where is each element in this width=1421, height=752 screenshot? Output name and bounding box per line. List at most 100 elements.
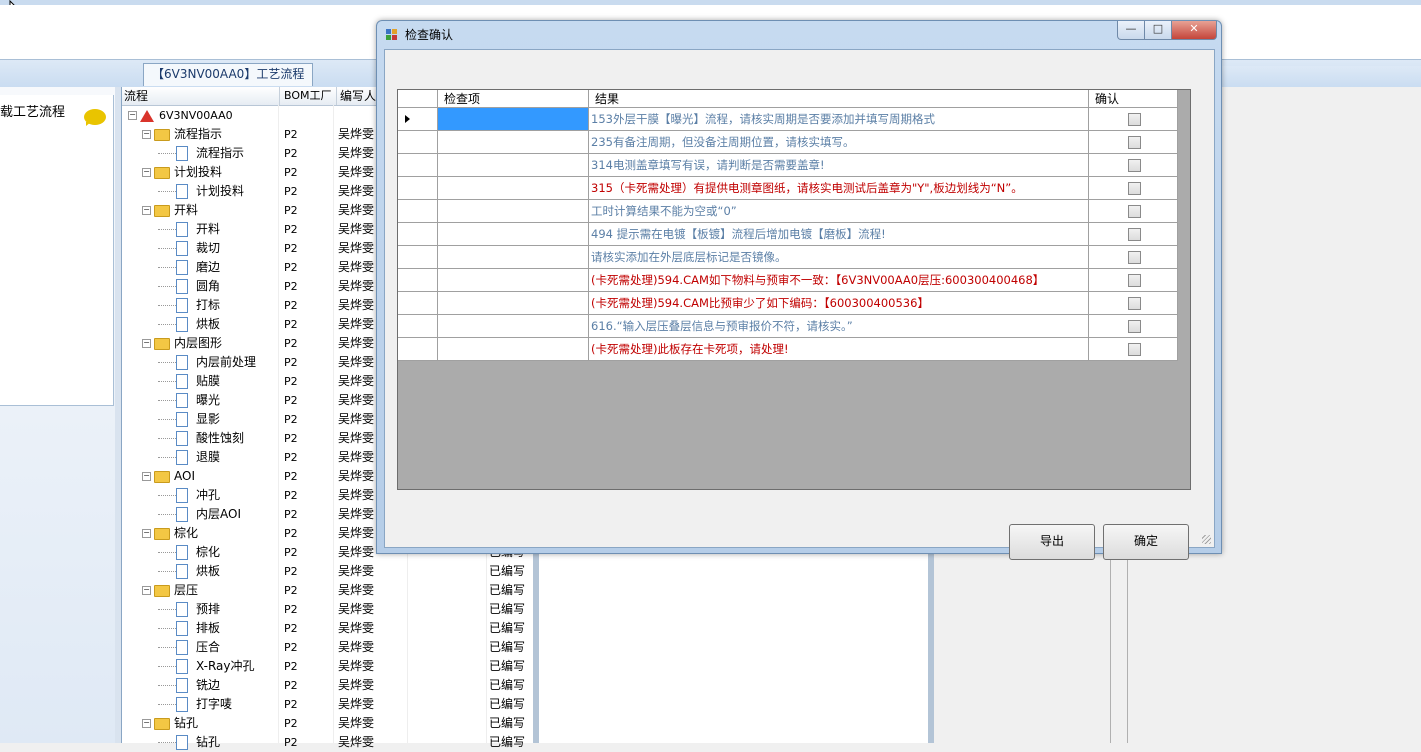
row-header[interactable] <box>398 269 438 292</box>
tree-node[interactable]: X-Ray冲孔 <box>158 657 254 676</box>
result-cell[interactable]: 314电测盖章填写有误，请判断是否需要盖章! <box>589 154 1089 177</box>
ok-button[interactable]: 确定 <box>1103 524 1189 560</box>
grid-row[interactable]: 494 提示需在电镀【板镀】流程后增加电镀【磨板】流程! <box>398 223 1178 246</box>
tree-row[interactable]: 铣边 P2 吴烨雯 已编写 <box>122 676 534 695</box>
grid-row[interactable]: 工时计算结果不能为空或“0” <box>398 200 1178 223</box>
item-cell[interactable] <box>438 246 589 269</box>
minimize-button[interactable]: — <box>1117 21 1145 40</box>
tree-node[interactable]: 曝光 <box>158 391 220 410</box>
item-cell[interactable] <box>438 223 589 246</box>
close-button[interactable]: ✕ <box>1171 21 1217 40</box>
grid-col-item[interactable]: 检查项 <box>438 90 589 108</box>
item-cell[interactable] <box>438 177 589 200</box>
collapse-toggle-icon[interactable]: − <box>142 719 151 728</box>
tree-node[interactable]: 烘板 <box>158 562 220 581</box>
collapse-toggle-icon[interactable]: − <box>128 111 137 120</box>
tree-node[interactable]: 预排 <box>158 600 220 619</box>
result-cell[interactable]: 153外层干膜【曝光】流程，请核实周期是否要添加并填写周期格式 <box>589 108 1089 131</box>
confirm-cell[interactable] <box>1089 338 1178 361</box>
tree-node[interactable]: 酸性蚀刻 <box>158 429 244 448</box>
row-header[interactable] <box>398 108 438 131</box>
item-cell[interactable] <box>438 108 589 131</box>
row-header[interactable] <box>398 338 438 361</box>
confirm-cell[interactable] <box>1089 223 1178 246</box>
result-cell[interactable]: (卡死需处理)594.CAM比预审少了如下编码：【600300400536】 <box>589 292 1089 315</box>
collapse-toggle-icon[interactable]: − <box>142 472 151 481</box>
item-cell[interactable] <box>438 200 589 223</box>
tree-node[interactable]: 棕化 <box>158 543 220 562</box>
confirm-checkbox[interactable] <box>1128 136 1141 149</box>
tree-node[interactable]: 冲孔 <box>158 486 220 505</box>
confirm-cell[interactable] <box>1089 177 1178 200</box>
row-header[interactable] <box>398 200 438 223</box>
tree-node[interactable]: − AOI <box>142 467 195 486</box>
tree-node[interactable]: 圆角 <box>158 277 220 296</box>
grid-row[interactable]: 235有备注周期，但没备注周期位置，请核实填写。 <box>398 131 1178 154</box>
tree-node[interactable]: 打字唛 <box>158 695 232 714</box>
grid-row[interactable]: 314电测盖章填写有误，请判断是否需要盖章! <box>398 154 1178 177</box>
maximize-button[interactable]: □ <box>1144 21 1172 40</box>
result-cell[interactable]: 请核实添加在外层底层标记是否镜像。 <box>589 246 1089 269</box>
confirm-cell[interactable] <box>1089 246 1178 269</box>
item-cell[interactable] <box>438 269 589 292</box>
tree-node[interactable]: 裁切 <box>158 239 220 258</box>
tree-row[interactable]: X-Ray冲孔 P2 吴烨雯 已编写 <box>122 657 534 676</box>
tree-col-bom[interactable]: BOM工厂 <box>280 87 337 105</box>
left-panel-card[interactable]: 载工艺流程 <box>0 95 114 406</box>
chat-bubble-icon[interactable] <box>84 109 106 126</box>
tree-row[interactable]: − 层压 P2 吴烨雯 已编写 <box>122 581 534 600</box>
grid-col-result[interactable]: 结果 <box>589 90 1089 108</box>
grid-row[interactable]: 315（卡死需处理）有提供电测章图纸，请核实电测试后盖章为"Y",板边划线为“N… <box>398 177 1178 200</box>
result-cell[interactable]: 工时计算结果不能为空或“0” <box>589 200 1089 223</box>
confirm-checkbox[interactable] <box>1128 182 1141 195</box>
tree-node[interactable]: − 开料 <box>142 201 198 220</box>
right-scroll-strip[interactable] <box>1110 540 1128 743</box>
tree-node[interactable]: 烘板 <box>158 315 220 334</box>
grid-row[interactable]: (卡死需处理)此板存在卡死项，请处理! <box>398 338 1178 361</box>
result-cell[interactable]: 315（卡死需处理）有提供电测章图纸，请核实电测试后盖章为"Y",板边划线为“N… <box>589 177 1089 200</box>
item-cell[interactable] <box>438 292 589 315</box>
tree-node[interactable]: 显影 <box>158 410 220 429</box>
grid-row[interactable]: 616.“输入层压叠层信息与预审报价不符，请核实。” <box>398 315 1178 338</box>
tree-node[interactable]: 排板 <box>158 619 220 638</box>
result-cell[interactable]: 616.“输入层压叠层信息与预审报价不符，请核实。” <box>589 315 1089 338</box>
result-cell[interactable]: 235有备注周期，但没备注周期位置，请核实填写。 <box>589 131 1089 154</box>
confirm-checkbox[interactable] <box>1128 228 1141 241</box>
tree-node[interactable]: − 层压 <box>142 581 198 600</box>
item-cell[interactable] <box>438 154 589 177</box>
collapse-toggle-icon[interactable]: − <box>142 130 151 139</box>
result-cell[interactable]: (卡死需处理)此板存在卡死项，请处理! <box>589 338 1089 361</box>
collapse-toggle-icon[interactable]: − <box>142 529 151 538</box>
confirm-cell[interactable] <box>1089 200 1178 223</box>
tree-row[interactable]: 预排 P2 吴烨雯 已编写 <box>122 600 534 619</box>
tree-node[interactable]: 铣边 <box>158 676 220 695</box>
grid-col-confirm[interactable]: 确认 <box>1089 90 1178 108</box>
tree-node[interactable]: − 6V3NV00AA0 <box>128 106 233 125</box>
confirm-cell[interactable] <box>1089 154 1178 177</box>
result-cell[interactable]: 494 提示需在电镀【板镀】流程后增加电镀【磨板】流程! <box>589 223 1089 246</box>
item-cell[interactable] <box>438 131 589 154</box>
tree-node[interactable]: 内层AOI <box>158 505 241 524</box>
confirm-checkbox[interactable] <box>1128 113 1141 126</box>
tree-node[interactable]: 开料 <box>158 220 220 239</box>
confirm-checkbox[interactable] <box>1128 320 1141 333</box>
tree-node[interactable]: 贴膜 <box>158 372 220 391</box>
item-cell[interactable] <box>438 315 589 338</box>
tree-node[interactable]: 计划投料 <box>158 182 244 201</box>
tree-node[interactable]: − 流程指示 <box>142 125 222 144</box>
tree-row[interactable]: 压合 P2 吴烨雯 已编写 <box>122 638 534 657</box>
confirm-cell[interactable] <box>1089 108 1178 131</box>
grid-row[interactable]: (卡死需处理)594.CAM比预审少了如下编码：【600300400536】 <box>398 292 1178 315</box>
collapse-toggle-icon[interactable]: − <box>142 168 151 177</box>
tree-node[interactable]: − 钻孔 <box>142 714 198 733</box>
confirm-checkbox[interactable] <box>1128 159 1141 172</box>
tree-node[interactable]: 流程指示 <box>158 144 244 163</box>
confirm-cell[interactable] <box>1089 315 1178 338</box>
tab-process-flow[interactable]: 【6V3NV00AA0】工艺流程 <box>143 63 314 86</box>
grid-row[interactable]: (卡死需处理)594.CAM如下物料与预审不一致：【6V3NV00AA0层压:6… <box>398 269 1178 292</box>
resize-grip-icon[interactable] <box>1202 535 1211 544</box>
grid-row[interactable]: 请核实添加在外层底层标记是否镜像。 <box>398 246 1178 269</box>
collapse-toggle-icon[interactable]: − <box>142 339 151 348</box>
tree-node[interactable]: − 计划投料 <box>142 163 222 182</box>
confirm-checkbox[interactable] <box>1128 251 1141 264</box>
